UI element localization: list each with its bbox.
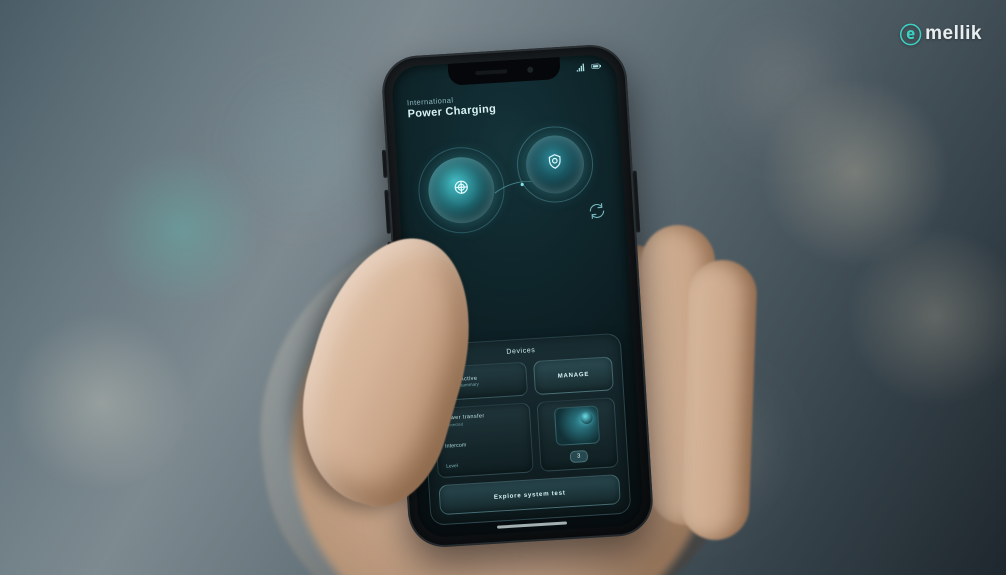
count-badge: 3 bbox=[570, 450, 589, 463]
shield-icon bbox=[545, 151, 564, 175]
battery-icon bbox=[591, 58, 603, 77]
mute-switch bbox=[382, 150, 388, 178]
radar-icon bbox=[452, 177, 471, 201]
status-time bbox=[405, 70, 406, 88]
speaker-grill bbox=[475, 69, 507, 75]
primary-cta-button[interactable]: Explore system test bbox=[438, 474, 620, 515]
primary-node[interactable] bbox=[426, 155, 496, 225]
display-notch bbox=[447, 57, 560, 86]
preview-card[interactable]: 3 bbox=[537, 397, 619, 472]
volume-up-button bbox=[384, 190, 391, 234]
secondary-node[interactable] bbox=[524, 134, 585, 195]
swirl-icon: ⓔ bbox=[900, 18, 923, 50]
front-camera bbox=[527, 67, 533, 73]
watermark-text: mellik bbox=[925, 23, 982, 45]
signal-icon bbox=[575, 59, 587, 78]
preview-thumbnail bbox=[554, 405, 600, 446]
manage-button-label: MANAGE bbox=[558, 372, 590, 380]
manage-button[interactable]: MANAGE bbox=[533, 356, 614, 395]
power-button bbox=[633, 170, 641, 232]
finger bbox=[680, 259, 758, 541]
info-line2: Intercom bbox=[445, 438, 523, 449]
sync-icon[interactable] bbox=[586, 200, 607, 226]
status-tile-sublabel: summary bbox=[460, 382, 479, 388]
primary-cta-label: Explore system test bbox=[494, 489, 566, 500]
brand-watermark: ⓔ mellik bbox=[900, 18, 982, 50]
home-indicator[interactable] bbox=[496, 521, 566, 528]
info-foot-left: Level bbox=[446, 464, 458, 470]
visualization-area bbox=[407, 118, 616, 262]
